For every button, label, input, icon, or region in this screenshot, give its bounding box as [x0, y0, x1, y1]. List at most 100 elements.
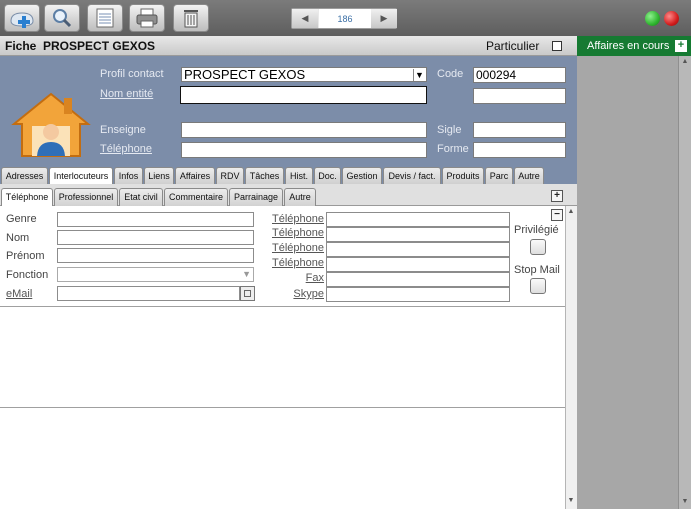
telephone-3-input[interactable] — [326, 242, 510, 257]
privilegie-checkbox[interactable] — [530, 239, 546, 255]
interlocuteur-list-area[interactable] — [0, 306, 565, 407]
telephone-1-input[interactable] — [326, 212, 510, 227]
stop-mail-checkbox[interactable] — [530, 278, 546, 294]
scroll-up-icon[interactable]: ▲ — [680, 57, 690, 67]
tab-interlocuteurs[interactable]: Interlocuteurs — [49, 167, 113, 185]
dropdown-arrow-icon[interactable]: ▼ — [413, 69, 425, 81]
profil-contact-select[interactable]: PROSPECT GEXOS ▼ — [181, 67, 427, 82]
search-icon — [53, 9, 72, 28]
telephone-4-input[interactable] — [326, 257, 510, 272]
list-button[interactable] — [87, 4, 123, 32]
profil-contact-label: Profil contact — [100, 68, 164, 80]
particulier-checkbox[interactable] — [552, 41, 562, 51]
printer-icon — [136, 8, 158, 28]
telephone-input[interactable] — [181, 142, 427, 158]
nom-input[interactable] — [57, 230, 254, 245]
tab-infos[interactable]: Infos — [114, 167, 143, 184]
prenom-input[interactable] — [57, 248, 254, 263]
main-scrollbar[interactable]: ▲ ▼ — [565, 206, 577, 509]
record-navigator: ◀ 186 ▶ — [291, 8, 397, 29]
next-record-button[interactable]: ▶ — [371, 9, 397, 28]
add-interlocuteur-button[interactable]: + — [551, 190, 563, 202]
delete-button[interactable] — [173, 4, 209, 32]
subtab-commentaire[interactable]: Commentaire — [164, 188, 228, 206]
nom-entite-label[interactable]: Nom entité — [100, 88, 153, 100]
telephone-4-label[interactable]: Téléphone — [264, 257, 324, 269]
tab-autre[interactable]: Autre — [514, 167, 544, 184]
tab-liens[interactable]: Liens — [144, 167, 174, 184]
sigle-label: Sigle — [437, 124, 462, 136]
code-secondary-input[interactable] — [473, 88, 566, 104]
main-tab-bar: Adresses Interlocuteurs Infos Liens Affa… — [0, 166, 577, 185]
skype-input[interactable] — [326, 287, 510, 302]
list-icon — [96, 8, 114, 28]
profil-contact-value: PROSPECT GEXOS — [184, 67, 306, 82]
new-record-button[interactable] — [4, 4, 40, 32]
stop-mail-label: Stop Mail — [514, 264, 560, 276]
search-button[interactable] — [44, 4, 80, 32]
dropdown-arrow-icon[interactable]: ▼ — [242, 269, 251, 279]
tab-gestion[interactable]: Gestion — [342, 167, 382, 184]
nom-entite-input[interactable] — [180, 86, 427, 104]
subtab-autre[interactable]: Autre — [284, 188, 316, 206]
contact-header: Profil contact PROSPECT GEXOS ▼ Nom enti… — [0, 56, 577, 166]
tab-produits[interactable]: Produits — [442, 167, 484, 184]
trash-icon — [184, 10, 198, 28]
subtab-telephone[interactable]: Téléphone — [1, 188, 53, 207]
telephone-3-label[interactable]: Téléphone — [264, 242, 324, 254]
record-number[interactable]: 186 — [319, 9, 371, 28]
scroll-down-icon[interactable]: ▼ — [680, 497, 690, 507]
details-area[interactable] — [0, 407, 565, 509]
telephone-2-input[interactable] — [326, 227, 510, 242]
nom-label: Nom — [6, 232, 30, 244]
telephone-2-label[interactable]: Téléphone — [264, 227, 324, 239]
tab-affaires[interactable]: Affaires — [175, 167, 215, 184]
previous-record-button[interactable]: ◀ — [292, 9, 318, 28]
tab-devis-fact[interactable]: Devis / fact. — [383, 167, 441, 184]
code-input[interactable]: 000294 — [473, 67, 566, 83]
enseigne-label: Enseigne — [100, 124, 146, 136]
tab-rdv[interactable]: RDV — [216, 167, 244, 184]
skype-label[interactable]: Skype — [264, 288, 324, 300]
tab-doc[interactable]: Doc. — [314, 167, 341, 184]
status-green-icon[interactable] — [645, 11, 660, 26]
tab-adresses[interactable]: Adresses — [1, 167, 48, 184]
fonction-select[interactable]: ▼ — [57, 267, 254, 282]
affaires-panel-title: Affaires en cours — [587, 40, 670, 52]
code-label: Code — [437, 68, 464, 80]
sub-tab-bar: Téléphone Professionnel Etat civil Comme… — [0, 184, 577, 207]
triangle-right-icon: ▶ — [380, 13, 388, 23]
subtab-etat-civil[interactable]: Etat civil — [119, 188, 163, 206]
affaires-panel-scrollbar[interactable]: ▲ ▼ — [678, 56, 691, 509]
genre-input[interactable] — [57, 212, 254, 227]
forme-label: Forme — [437, 143, 469, 155]
scroll-down-icon[interactable]: ▼ — [566, 496, 576, 506]
email-input[interactable] — [57, 286, 240, 301]
remove-interlocuteur-button[interactable]: − — [551, 209, 563, 221]
scroll-up-icon[interactable]: ▲ — [566, 207, 576, 217]
telephone-1-label[interactable]: Téléphone — [264, 213, 324, 225]
email-label[interactable]: eMail — [6, 288, 32, 300]
print-button[interactable] — [129, 4, 165, 32]
subtab-parrainage[interactable]: Parrainage — [229, 188, 283, 206]
toolbar: ◀ 186 ▶ — [0, 0, 691, 36]
particulier-label: Particulier — [486, 39, 540, 53]
status-red-icon[interactable] — [664, 11, 679, 26]
affaires-panel-header: Affaires en cours + — [577, 36, 691, 56]
enseigne-input[interactable] — [181, 122, 427, 138]
tab-taches[interactable]: Tâches — [245, 167, 284, 184]
fax-input[interactable] — [326, 272, 510, 287]
add-affaire-button[interactable]: + — [675, 40, 687, 52]
fonction-label: Fonction — [6, 269, 49, 281]
sigle-input[interactable] — [473, 122, 566, 138]
tab-parc[interactable]: Parc — [485, 167, 513, 184]
telephone-label[interactable]: Téléphone — [100, 143, 152, 155]
record-title-bar: Fiche PROSPECT GEXOS Particulier — [0, 36, 577, 56]
email-send-button[interactable] — [240, 286, 255, 301]
new-record-icon — [10, 12, 34, 28]
tab-hist[interactable]: Hist. — [285, 167, 313, 184]
fax-label[interactable]: Fax — [264, 272, 324, 284]
forme-input[interactable] — [473, 142, 566, 158]
subtab-professionnel[interactable]: Professionnel — [54, 188, 118, 206]
mail-icon — [244, 290, 251, 297]
